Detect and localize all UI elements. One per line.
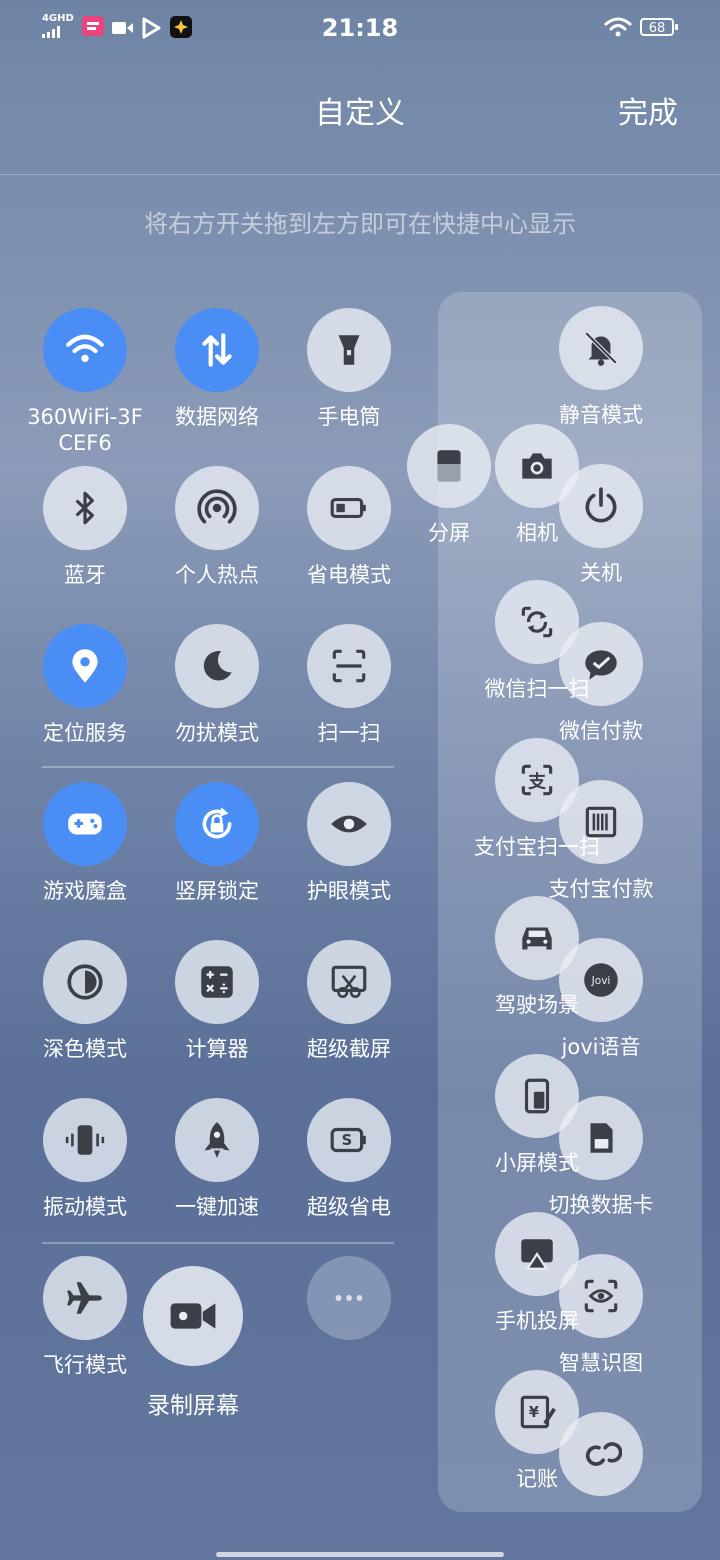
cast-icon (495, 1212, 579, 1296)
tile-screen-record-dragging[interactable]: 录制屏幕 (128, 1266, 258, 1426)
record-screen-icon (143, 1266, 243, 1366)
screenshot-icon (307, 940, 391, 1024)
tile-eye-care[interactable]: 护眼模式 (284, 782, 414, 912)
tile-label: 超级省电 (307, 1195, 391, 1219)
wechat-scan-icon (495, 580, 579, 664)
tile-label: 微信扫一扫 (484, 677, 590, 701)
tile-small-screen[interactable]: 小屏模式 (472, 1054, 602, 1184)
gamepad-icon (43, 782, 127, 866)
tile-label: 个人热点 (175, 563, 259, 587)
mute-bell-icon (559, 306, 643, 390)
tile-label: 支付宝扫一扫 (474, 835, 600, 859)
group-separator (42, 766, 394, 768)
tile-label: 深色模式 (43, 1037, 127, 1061)
airplane-icon (43, 1256, 127, 1340)
tile-calculator[interactable]: 计算器 (152, 940, 282, 1070)
small-screen-icon (495, 1054, 579, 1138)
rotation-lock-icon (175, 782, 259, 866)
location-icon (43, 624, 127, 708)
tile-location[interactable]: 定位服务 (20, 624, 150, 754)
flashlight-icon (307, 308, 391, 392)
svg-text:¥: ¥ (529, 1404, 540, 1421)
svg-text:支: 支 (527, 770, 546, 792)
tile-scan[interactable]: 扫一扫 (284, 624, 414, 754)
dark-mode-icon (43, 940, 127, 1024)
battery-indicator: 68 (640, 18, 678, 36)
tile-label: 勿扰模式 (175, 721, 259, 745)
tile-data-network[interactable]: 数据网络 (152, 308, 282, 438)
header-divider (0, 174, 720, 175)
tile-game-box[interactable]: 游戏魔盒 (20, 782, 150, 912)
tile-label: 一键加速 (175, 1195, 259, 1219)
tile-dark-mode[interactable]: 深色模式 (20, 940, 150, 1070)
tile-alipay-scan[interactable]: 支 支付宝扫一扫 (472, 738, 602, 868)
tile-label: 游戏魔盒 (43, 879, 127, 903)
tile-flashlight[interactable]: 手电筒 (284, 308, 414, 438)
more-icon (307, 1256, 391, 1340)
tile-super-power-saver[interactable]: S 超级省电 (284, 1098, 414, 1228)
tile-driving-scene[interactable]: 驾驶场景 (472, 896, 602, 1026)
vibrate-icon (43, 1098, 127, 1182)
page-title: 自定义 (315, 96, 405, 131)
car-icon (495, 896, 579, 980)
tile-bluetooth[interactable]: 蓝牙 (20, 466, 150, 596)
hotspot-icon (175, 466, 259, 550)
tile-camera[interactable]: 相机 (472, 424, 602, 554)
tile-label: 小屏模式 (495, 1151, 579, 1175)
tile-label: 录制屏幕 (147, 1393, 239, 1419)
moon-icon (175, 624, 259, 708)
tile-more[interactable] (284, 1256, 414, 1386)
camera-icon (495, 424, 579, 508)
bluetooth-icon (43, 466, 127, 550)
tile-super-screenshot[interactable]: 超级截屏 (284, 940, 414, 1070)
tile-label: 计算器 (185, 1037, 249, 1061)
wifi-status-icon (604, 17, 632, 37)
tile-label: 扫一扫 (317, 721, 381, 745)
alipay-scan-icon: 支 (495, 738, 579, 822)
tile-vibrate[interactable]: 振动模式 (20, 1098, 150, 1228)
tile-label: 相机 (516, 521, 558, 545)
tile-label: 记账 (516, 1467, 558, 1491)
eye-icon (307, 782, 391, 866)
tile-phone-cast[interactable]: 手机投屏 (472, 1212, 602, 1342)
tile-label: 振动模式 (43, 1195, 127, 1219)
bookkeeping-icon: ¥ (495, 1370, 579, 1454)
tile-hotspot[interactable]: 个人热点 (152, 466, 282, 596)
status-bar: 4GHD 21:18 68 (0, 0, 720, 56)
super-saver-icon: S (307, 1098, 391, 1182)
group-separator (42, 1242, 394, 1244)
svg-text:S: S (342, 1132, 353, 1149)
tile-label: 竖屏锁定 (175, 879, 259, 903)
tile-label: 数据网络 (175, 405, 259, 429)
tile-bookkeeping[interactable]: ¥ 记账 (472, 1370, 602, 1500)
home-indicator[interactable] (216, 1552, 504, 1557)
tile-label: 定位服务 (43, 721, 127, 745)
tile-wifi[interactable]: 360WiFi-3F CEF6 (20, 308, 150, 455)
tile-rotation-lock[interactable]: 竖屏锁定 (152, 782, 282, 912)
tile-mute[interactable]: 静音模式 (536, 306, 666, 436)
tile-wechat-scan[interactable]: 微信扫一扫 (472, 580, 602, 710)
wifi-icon (43, 308, 127, 392)
scan-icon (307, 624, 391, 708)
tile-label: 手机投屏 (495, 1309, 579, 1333)
rocket-icon (175, 1098, 259, 1182)
tile-label: 360WiFi-3F CEF6 (27, 405, 143, 455)
tile-do-not-disturb[interactable]: 勿扰模式 (152, 624, 282, 754)
done-button[interactable]: 完成 (618, 88, 678, 132)
data-network-icon (175, 308, 259, 392)
drag-hint: 将右方开关拖到左方即可在快捷中心显示 (144, 210, 576, 238)
tile-label: 蓝牙 (64, 563, 106, 587)
tile-label: 省电模式 (307, 563, 391, 587)
calculator-icon (175, 940, 259, 1024)
tile-speed-boost[interactable]: 一键加速 (152, 1098, 282, 1228)
tile-label: 驾驶场景 (495, 993, 579, 1017)
tile-label: 超级截屏 (307, 1037, 391, 1061)
tile-label: 护眼模式 (307, 879, 391, 903)
